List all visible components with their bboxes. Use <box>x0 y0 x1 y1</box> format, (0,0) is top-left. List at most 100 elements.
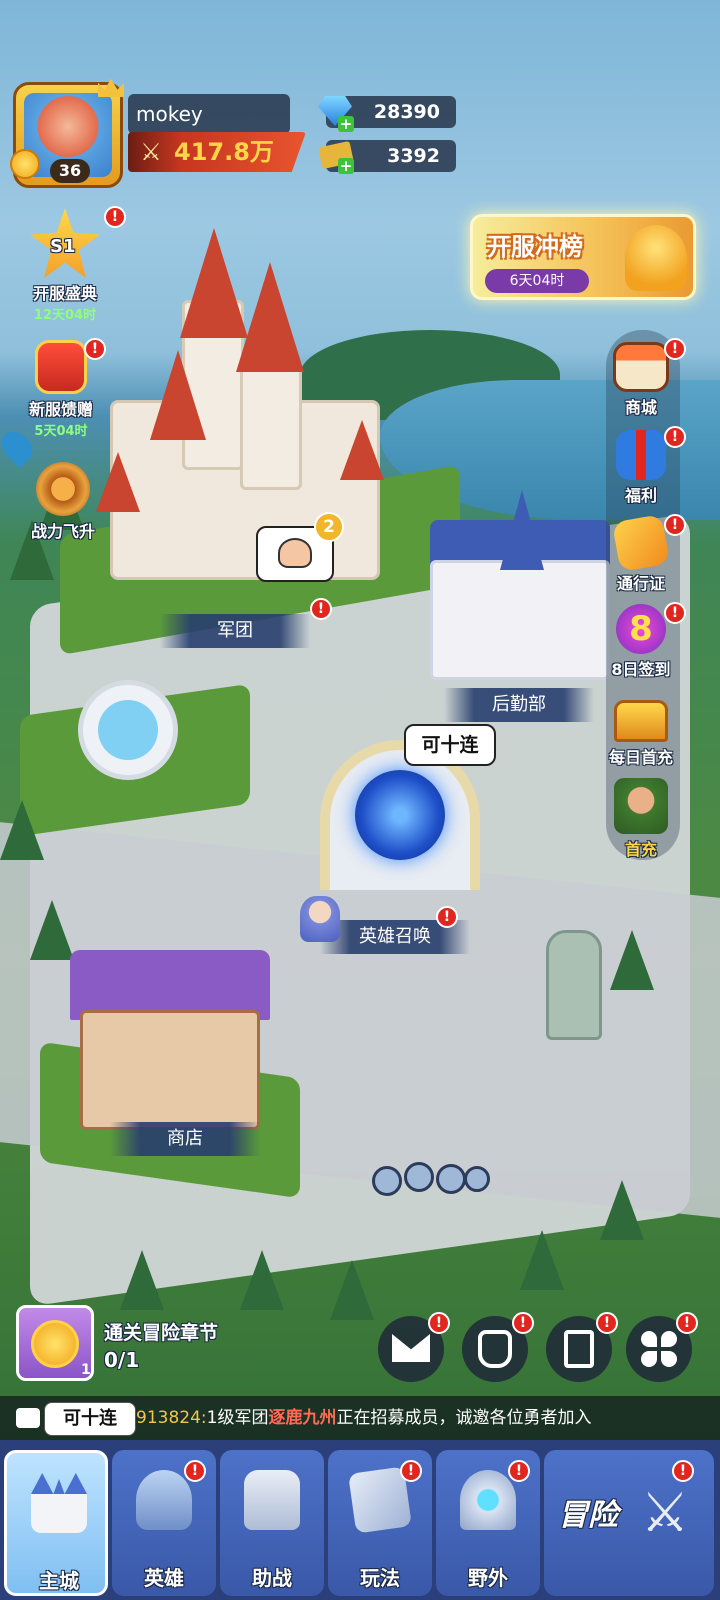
pass-arrow-icon <box>612 514 670 572</box>
tab-support[interactable]: 助战 <box>220 1450 324 1596</box>
combat-power: ⚔ 417.8万 <box>128 132 306 172</box>
power-star-medal-icon <box>36 462 90 516</box>
logistics-spire <box>500 490 544 570</box>
crown-icon <box>98 79 124 97</box>
castle-roof <box>150 350 206 440</box>
coin-icon <box>31 1320 79 1368</box>
notification-dot: ! <box>310 598 332 620</box>
notification-dot: ! <box>428 1312 450 1334</box>
adventure-label: 冒险 <box>558 1498 618 1533</box>
notification-dot: ! <box>184 1460 206 1482</box>
tab-support-label: 助战 <box>252 1566 292 1590</box>
opening-ceremony-label: 开服盛典 <box>32 284 97 303</box>
power-boost-button[interactable]: 战力飞升 <box>18 462 108 542</box>
notification-dot: ! <box>508 1460 530 1482</box>
opening-ceremony-timer: 12天04时 <box>33 308 97 323</box>
gift-box-icon <box>616 430 666 480</box>
notification-dot: ! <box>436 906 458 928</box>
ranking-event-banner[interactable]: 开服冲榜 6天04时 <box>470 214 696 300</box>
warrior-portrait-icon <box>614 778 668 834</box>
power-boost-label: 战力飞升 <box>30 522 95 541</box>
treasure-chest-icon <box>614 700 668 742</box>
trophy-icon <box>625 225 687 291</box>
stone-statue <box>546 930 602 1040</box>
daily-first-recharge-label: 每日首充 <box>608 748 673 767</box>
gift-box-icon <box>35 340 87 394</box>
player-name: mokey <box>128 94 290 134</box>
castle-tower <box>240 360 302 490</box>
notification-dot: ! <box>676 1312 698 1334</box>
shop-building[interactable] <box>80 1010 260 1130</box>
tab-main-city-label: 主城 <box>39 1569 79 1593</box>
tree <box>610 930 654 990</box>
swords-icon: ⚔ <box>140 138 162 166</box>
praying-hands-icon <box>278 538 312 568</box>
summon-orb <box>355 770 445 860</box>
first-recharge-button[interactable]: 首充 <box>596 778 686 860</box>
ranking-event-timer: 6天04时 <box>485 269 589 293</box>
chapter-quest-count: 1 <box>81 1362 91 1378</box>
announcement-suffix: 正在招募成员，诚邀各位勇者加入 <box>336 1408 592 1428</box>
armor-icon <box>478 1330 512 1368</box>
season-badge: S1 <box>50 236 76 257</box>
shop-label[interactable]: 商店 <box>110 1122 260 1156</box>
tab-gameplay-label: 玩法 <box>360 1566 400 1590</box>
castle-roof <box>236 262 304 372</box>
announcement-text: 913824:1级军团逐鹿九州正在招募成员，诚邀各位勇者加入 <box>136 1396 591 1440</box>
fist-icon <box>244 1470 300 1530</box>
first-recharge-label: 首充 <box>624 840 657 859</box>
portal-gate-icon <box>460 1470 516 1530</box>
chapter-quest-title: 通关冒险章节 <box>104 1322 219 1344</box>
tree <box>30 900 74 960</box>
notification-dot: ! <box>664 338 686 360</box>
shop-stall-icon <box>613 342 669 392</box>
daily-first-recharge-button[interactable]: 每日首充 <box>596 700 686 768</box>
chapter-quest-icon[interactable]: 1 <box>16 1305 94 1381</box>
logistics-building[interactable] <box>430 560 610 680</box>
crossed-swords-icon: ⚔ <box>640 1481 690 1544</box>
eight-day-checkin-label: 8日签到 <box>611 660 671 679</box>
mail-icon <box>392 1334 430 1362</box>
chat-icon <box>16 1408 40 1428</box>
new-server-gift-label: 新服馈赠 <box>28 400 93 419</box>
soldier-squad <box>372 1160 492 1200</box>
summon-ten-bubble[interactable]: 可十连 <box>404 724 496 766</box>
checklist-icon <box>564 1330 594 1368</box>
notification-dot: ! <box>84 338 106 360</box>
announcement-guild: 逐鹿九州 <box>268 1408 337 1428</box>
welfare-label: 福利 <box>624 486 657 505</box>
add-gems-button[interactable]: + <box>338 116 354 132</box>
ranking-event-title: 开服冲榜 <box>487 233 583 261</box>
battle-pass-label: 通行证 <box>616 574 665 593</box>
notification-dot: ! <box>596 1312 618 1334</box>
tree <box>240 1250 284 1310</box>
castle-icon <box>31 1473 87 1533</box>
notification-dot: ! <box>664 602 686 624</box>
notification-dot: ! <box>512 1312 534 1334</box>
announcement-id: 913824: <box>136 1408 207 1428</box>
player-level: 36 <box>50 159 90 183</box>
guild-request-count: 2 <box>314 512 344 542</box>
guild-label[interactable]: 军团 <box>160 614 310 648</box>
coin-icon <box>10 149 40 179</box>
opening-ceremony-button[interactable]: S1 开服盛典 12天04时 <box>20 208 110 323</box>
checkin-badge-icon: 8 <box>616 604 666 654</box>
notification-dot: ! <box>664 514 686 536</box>
notification-dot: ! <box>664 426 686 448</box>
tree <box>520 1230 564 1290</box>
mall-label: 商城 <box>624 398 657 417</box>
add-tickets-button[interactable]: + <box>338 158 354 174</box>
summon-tip-bubble[interactable]: 可十连 <box>44 1402 136 1436</box>
tree <box>330 1260 374 1320</box>
logistics-label[interactable]: 后勤部 <box>444 688 594 722</box>
notification-dot: ! <box>104 206 126 228</box>
tab-main-city[interactable]: 主城 <box>4 1450 108 1596</box>
player-avatar[interactable]: 36 <box>10 79 124 188</box>
announcement-prefix: 1级军团 <box>206 1408 269 1428</box>
helmet-icon <box>136 1470 192 1530</box>
fountain-water <box>98 700 158 760</box>
tab-wild-label: 野外 <box>468 1566 508 1590</box>
new-server-gift-timer: 5天04时 <box>34 424 88 439</box>
combat-power-value: 417.8万 <box>174 138 274 166</box>
summon-mascot <box>300 896 340 942</box>
